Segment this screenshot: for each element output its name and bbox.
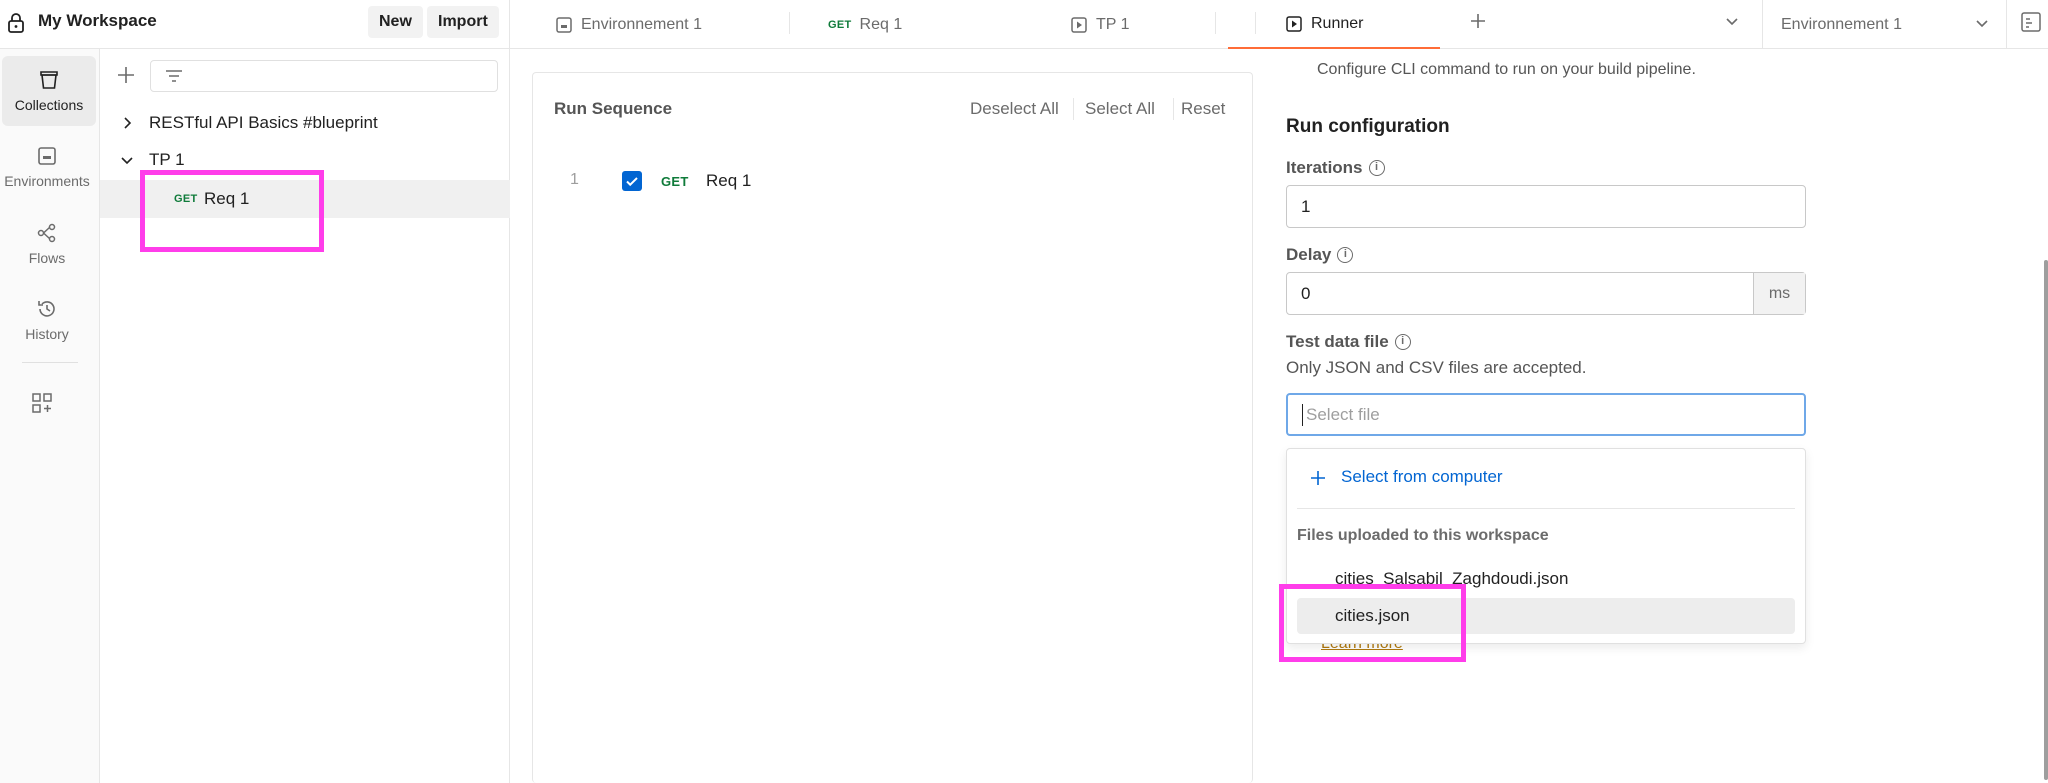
chevron-right-icon — [124, 117, 132, 129]
runner-play-icon — [1286, 15, 1302, 32]
text-cursor — [1302, 403, 1303, 426]
deselect-all-button[interactable]: Deselect All — [970, 99, 1059, 119]
info-icon[interactable]: i — [1337, 247, 1354, 263]
chevron-down-icon[interactable] — [1724, 13, 1740, 29]
add-tab-icon[interactable] — [1468, 11, 1488, 31]
environments-icon — [38, 147, 56, 165]
cli-description: Configure CLI command to run on your bui… — [1317, 61, 1696, 78]
highlight-box — [140, 170, 324, 252]
scrollbar[interactable] — [2044, 260, 2048, 780]
nav-collections[interactable]: Collections — [2, 56, 96, 126]
collections-sidebar: RESTful API Basics #blueprint TP 1 GET R… — [100, 49, 510, 783]
highlight-box — [1279, 584, 1466, 662]
runner-play-icon — [1071, 16, 1087, 33]
run-config-title: Run configuration — [1286, 116, 1450, 137]
iterations-label: Iterations i — [1286, 158, 1385, 178]
workspace-header: My Workspace New Import — [0, 0, 510, 49]
tab-label: Runner — [1311, 14, 1364, 32]
request-name: Req 1 — [706, 171, 752, 190]
nav-environments[interactable]: Environments — [0, 132, 94, 202]
nav-label: Flows — [28, 250, 66, 266]
collections-icon — [40, 71, 58, 89]
delay-unit: ms — [1753, 273, 1805, 314]
delay-input[interactable]: 0 ms — [1286, 272, 1806, 315]
test-data-file-label: Test data file i — [1286, 332, 1411, 352]
add-collection-icon[interactable] — [114, 63, 138, 87]
nav-label: Collections — [14, 97, 84, 113]
tab-environnement-1[interactable]: Environnement 1 — [555, 0, 790, 49]
left-nav: Collections Environments Flows History — [0, 49, 100, 783]
uploaded-files-heading: Files uploaded to this workspace — [1297, 527, 1549, 544]
select-file-placeholder: Select file — [1306, 404, 1380, 424]
select-file-input[interactable]: Select file — [1286, 393, 1806, 436]
flows-icon — [37, 223, 56, 243]
checkmark-icon — [626, 177, 638, 187]
test-data-hint: Only JSON and CSV files are accepted. — [1286, 358, 1587, 377]
collection-restful-api-basics[interactable]: RESTful API Basics #blueprint — [100, 104, 510, 142]
info-icon[interactable]: i — [1394, 334, 1411, 350]
chevron-down-icon — [121, 157, 133, 165]
request-checkbox[interactable] — [622, 171, 642, 191]
top-bar: My Workspace New Import Environnement 1 … — [0, 0, 2048, 49]
tab-req-1[interactable]: GET Req 1 — [828, 0, 990, 49]
collection-name: TP 1 — [149, 150, 185, 169]
tab-bar: Environnement 1 GET Req 1 TP 1 Runner — [510, 0, 1760, 49]
tab-runner[interactable]: Runner — [1228, 0, 1440, 49]
delay-value: 0 — [1301, 283, 1311, 303]
row-index: 1 — [570, 171, 579, 188]
filter-input[interactable] — [150, 60, 498, 92]
workspace-name[interactable]: My Workspace — [38, 11, 157, 31]
history-icon — [38, 301, 55, 317]
environment-quick-look-icon[interactable] — [2020, 11, 2042, 33]
nav-history[interactable]: History — [0, 285, 94, 355]
environment-icon — [556, 16, 572, 33]
iterations-value: 1 — [1301, 196, 1311, 216]
iterations-label-text: Iterations — [1286, 158, 1363, 177]
run-sequence-panel: Run Sequence Deselect All Select All Res… — [532, 72, 1253, 783]
method-badge: GET — [661, 174, 689, 189]
select-from-computer-label: Select from computer — [1341, 467, 1503, 486]
tab-label: Environnement 1 — [581, 15, 702, 33]
tab-label: TP 1 — [1096, 15, 1130, 33]
environment-selector-label: Environnement 1 — [1781, 15, 1902, 33]
method-badge: GET — [828, 18, 852, 31]
select-all-button[interactable]: Select All — [1085, 99, 1155, 119]
run-sequence-title: Run Sequence — [554, 99, 673, 118]
new-button[interactable]: New — [368, 6, 423, 38]
nav-label: Environments — [4, 173, 90, 189]
delay-label-text: Delay — [1286, 245, 1332, 264]
environment-selector[interactable]: Environnement 1 — [1762, 0, 2007, 49]
chevron-down-icon — [1976, 20, 1988, 28]
import-button[interactable]: Import — [427, 6, 499, 38]
plus-icon — [1311, 471, 1325, 485]
iterations-input[interactable]: 1 — [1286, 185, 1806, 228]
nav-label: History — [25, 326, 69, 342]
nav-flows[interactable]: Flows — [0, 209, 94, 279]
delay-label: Delay i — [1286, 245, 1354, 265]
run-sequence-row[interactable]: 1 GET Req 1 — [533, 165, 1233, 197]
configure-sidebar-icon[interactable] — [31, 392, 53, 414]
tab-label: Req 1 — [859, 15, 903, 33]
test-data-label-text: Test data file — [1286, 332, 1389, 351]
info-icon[interactable]: i — [1368, 160, 1385, 176]
filter-icon — [166, 70, 182, 82]
reset-button[interactable]: Reset — [1181, 99, 1225, 119]
run-configuration-panel: Configure CLI command to run on your bui… — [1253, 49, 2048, 783]
lock-icon — [8, 13, 24, 33]
collection-name: RESTful API Basics #blueprint — [149, 113, 378, 132]
select-from-computer-option[interactable]: Select from computer — [1287, 459, 1805, 495]
tab-tp-1[interactable]: TP 1 — [1070, 0, 1225, 49]
